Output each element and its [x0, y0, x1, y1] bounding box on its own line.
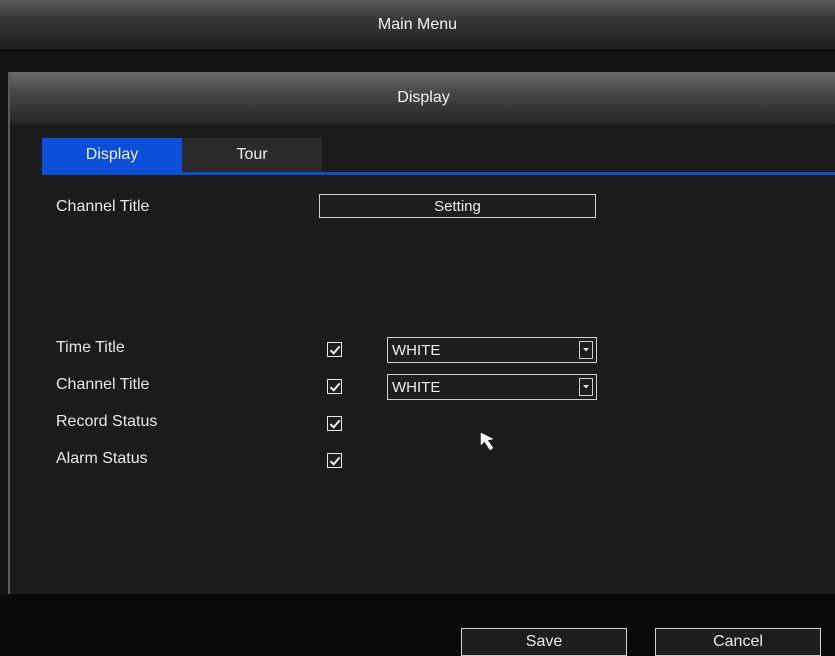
dialog-titlebar: Display	[10, 72, 835, 124]
main-menu-titlebar: Main Menu	[0, 0, 835, 51]
checkmark-icon	[329, 345, 340, 355]
display-settings-panel: Channel Title Setting Time Title WHITE C…	[38, 175, 835, 656]
channel-title-color-select[interactable]: WHITE	[387, 374, 597, 400]
tab-tour[interactable]: Tour	[182, 138, 322, 172]
save-button-label: Save	[525, 633, 563, 650]
cancel-button-label: Cancel	[713, 633, 763, 650]
tab-bar: Display Tour	[42, 138, 322, 172]
checkmark-icon	[329, 419, 340, 429]
time-title-color-select[interactable]: WHITE	[387, 337, 597, 363]
alarm-status-label: Alarm Status	[56, 450, 148, 467]
checkmark-icon	[329, 382, 340, 392]
channel-title-setting-button[interactable]: Setting	[319, 194, 596, 218]
chevron-down-icon	[579, 378, 593, 396]
dialog-title: Display	[397, 89, 450, 106]
chevron-down-icon	[579, 341, 593, 359]
tab-display-label: Display	[85, 146, 139, 163]
checkmark-icon	[329, 456, 340, 466]
setting-button-label: Setting	[434, 197, 481, 215]
record-status-checkbox[interactable]	[327, 416, 342, 431]
main-menu-title: Main Menu	[377, 16, 458, 33]
record-status-label: Record Status	[56, 413, 158, 430]
display-dialog: Display Display Tour Channel Title Setti…	[8, 72, 835, 656]
alarm-status-checkbox[interactable]	[327, 453, 342, 468]
cancel-button[interactable]: Cancel	[655, 628, 821, 656]
channel-title-checkbox[interactable]	[327, 379, 342, 394]
dvr-screen: Main Menu Display Display Tour Channel T…	[0, 0, 835, 656]
time-title-checkbox[interactable]	[327, 342, 342, 357]
time-title-color-value: WHITE	[392, 341, 441, 359]
channel-title-color-value: WHITE	[392, 378, 441, 396]
save-button[interactable]: Save	[461, 628, 627, 656]
tab-display[interactable]: Display	[42, 138, 182, 172]
channel-title-setting-label: Channel Title	[56, 198, 150, 215]
mouse-pointer-icon	[480, 432, 494, 451]
channel-title-label: Channel Title	[56, 376, 150, 393]
tab-tour-label: Tour	[236, 146, 268, 163]
time-title-label: Time Title	[56, 339, 125, 356]
